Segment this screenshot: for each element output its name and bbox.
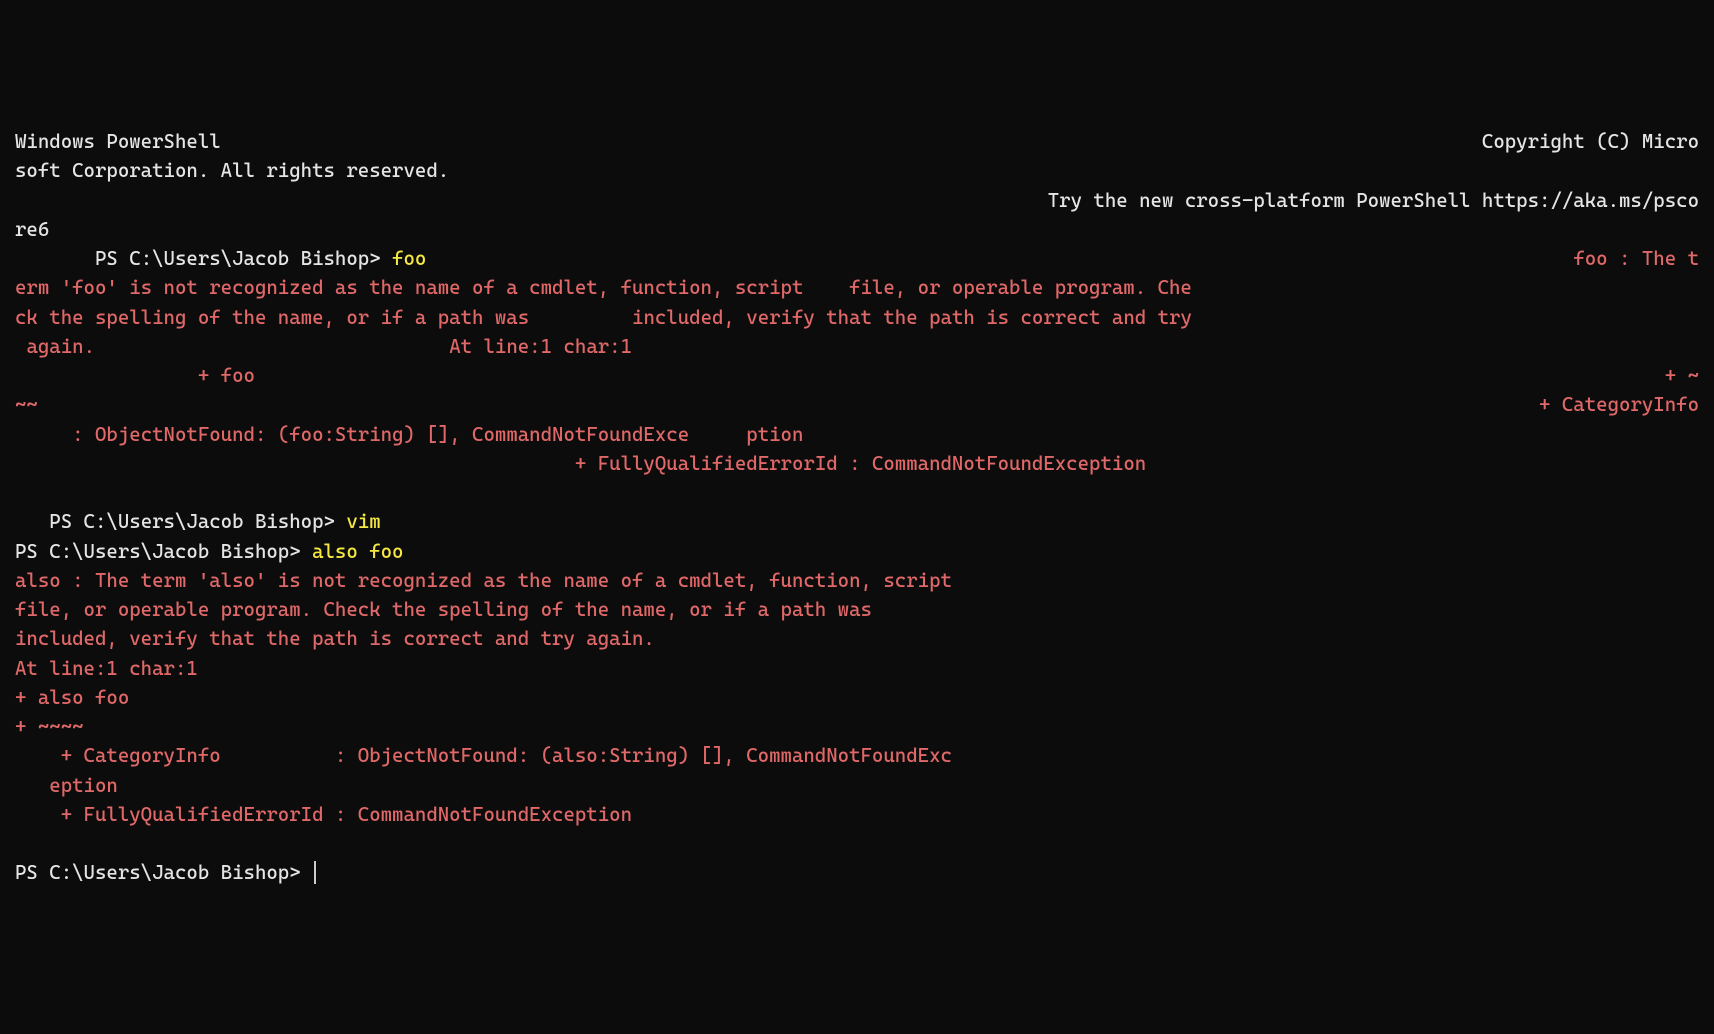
- error-2-line-9: + FullyQualifiedErrorId : CommandNotFoun…: [15, 803, 632, 826]
- cursor-icon: [314, 861, 316, 884]
- error-2-line-8: eption: [15, 774, 118, 797]
- command-also-foo: also foo: [312, 540, 403, 563]
- error-1-line-4b: + ~: [1665, 361, 1699, 390]
- error-2-line-5: + also foo: [15, 686, 129, 709]
- error-1-line-5a: ~~: [15, 393, 38, 416]
- try-new-wrap: re6: [15, 218, 49, 241]
- indent-1: [15, 247, 95, 270]
- powershell-title: Windows PowerShell: [15, 130, 221, 153]
- command-vim: vim: [346, 510, 380, 533]
- error-1-line-3a: again.: [15, 335, 95, 358]
- final-prompt: PS C:\Users\Jacob Bishop>: [15, 861, 312, 884]
- prompt-2: PS C:\Users\Jacob Bishop>: [49, 510, 346, 533]
- error-2-line-4: At line:1 char:1: [15, 657, 198, 680]
- error-1-line-1: erm 'foo' is not recognized as the name …: [15, 276, 1192, 299]
- prompt-3: PS C:\Users\Jacob Bishop>: [15, 540, 312, 563]
- error-1-line-2b: included, verify that the path is correc…: [632, 306, 1192, 329]
- error-1-line-6: : ObjectNotFound: (foo:String) [], Comma…: [15, 423, 803, 446]
- command-foo: foo: [392, 247, 426, 270]
- try-new-text: Try the new cross-platform PowerShell ht…: [1048, 186, 1699, 215]
- error-1-line-5b: + CategoryInfo: [1539, 390, 1699, 419]
- error-2-line-1: also : The term 'also' is not recognized…: [15, 569, 952, 592]
- error-1-line-4a: + foo: [198, 364, 255, 387]
- error-2-line-2: file, or operable program. Check the spe…: [15, 598, 872, 621]
- error-1-line-2a: ck the spelling of the name, or if a pat…: [15, 306, 529, 329]
- error-2-line-6: + ~~~~: [15, 715, 84, 738]
- terminal-output[interactable]: Windows PowerShell Copyright (C) Micro so…: [15, 127, 1699, 888]
- error-1-start: foo : The t: [1573, 244, 1699, 273]
- indent-2: [15, 510, 49, 533]
- error-2-line-3: included, verify that the path is correc…: [15, 627, 655, 650]
- error-1-line-7: + FullyQualifiedErrorId : CommandNotFoun…: [575, 452, 1146, 475]
- error-2-line-7: + CategoryInfo : ObjectNotFound: (also:S…: [15, 744, 952, 767]
- prompt-1: PS C:\Users\Jacob Bishop>: [95, 247, 392, 270]
- copyright-text: Copyright (C) Micro: [1482, 127, 1699, 156]
- copyright-wrap: soft Corporation. All rights reserved.: [15, 159, 449, 182]
- error-1-line-3b: At line:1 char:1: [449, 335, 632, 358]
